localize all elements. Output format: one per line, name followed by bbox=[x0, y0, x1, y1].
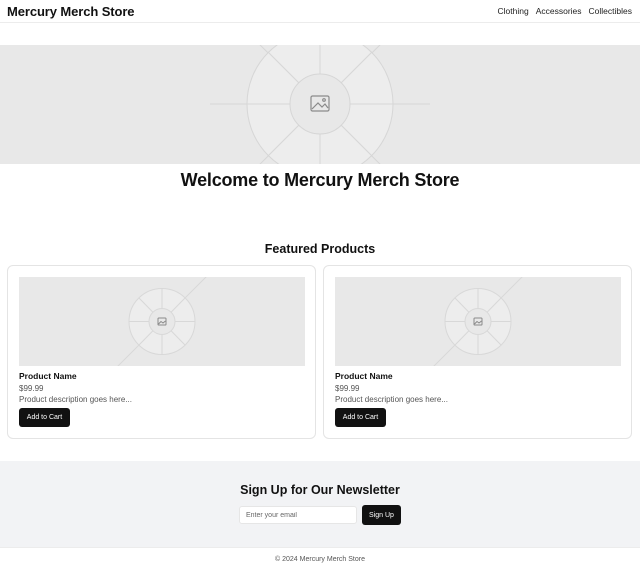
hero-image bbox=[0, 45, 640, 164]
sign-up-button[interactable]: Sign Up bbox=[362, 505, 401, 525]
featured-products-heading: Featured Products bbox=[264, 242, 376, 256]
page-title: Welcome to Mercury Merch Store bbox=[180, 170, 460, 190]
product-price: $99.99 bbox=[335, 384, 360, 393]
image-placeholder-icon bbox=[210, 45, 430, 164]
main-nav: Clothing Accessories Collectibles bbox=[498, 6, 632, 16]
product-price: $99.99 bbox=[19, 384, 44, 393]
product-card: Product Name $99.99 Product description … bbox=[323, 265, 632, 439]
brand-logo[interactable]: Mercury Merch Store bbox=[7, 4, 135, 19]
product-description: Product description goes here... bbox=[19, 395, 132, 404]
add-to-cart-button[interactable]: Add to Cart bbox=[335, 408, 386, 427]
product-image bbox=[335, 277, 621, 366]
product-name[interactable]: Product Name bbox=[335, 371, 393, 381]
product-image bbox=[19, 277, 305, 366]
nav-link-accessories[interactable]: Accessories bbox=[536, 6, 582, 16]
nav-link-clothing[interactable]: Clothing bbox=[498, 6, 529, 16]
nav-link-collectibles[interactable]: Collectibles bbox=[589, 6, 632, 16]
add-to-cart-button[interactable]: Add to Cart bbox=[19, 408, 70, 427]
site-footer: © 2024 Mercury Merch Store bbox=[0, 547, 640, 571]
image-placeholder-icon bbox=[433, 277, 523, 366]
product-description: Product description goes here... bbox=[335, 395, 448, 404]
email-field[interactable] bbox=[239, 506, 357, 524]
site-header: Mercury Merch Store Clothing Accessories… bbox=[0, 0, 640, 23]
newsletter-heading: Sign Up for Our Newsletter bbox=[240, 483, 400, 497]
image-placeholder-icon bbox=[117, 277, 207, 366]
product-card: Product Name $99.99 Product description … bbox=[7, 265, 316, 439]
newsletter-section: Sign Up for Our Newsletter Sign Up bbox=[0, 461, 640, 547]
product-name[interactable]: Product Name bbox=[19, 371, 77, 381]
copyright-text: © 2024 Mercury Merch Store bbox=[275, 556, 365, 563]
